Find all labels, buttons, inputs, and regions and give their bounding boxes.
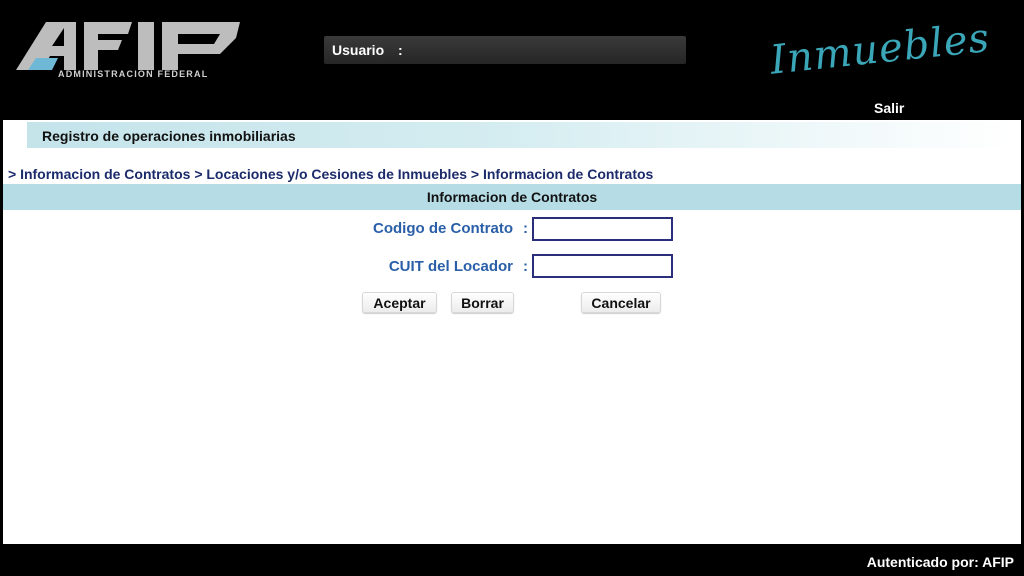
accept-button[interactable]: Aceptar bbox=[362, 292, 437, 313]
user-label: Usuario bbox=[332, 42, 385, 58]
section-title: Informacion de Contratos bbox=[426, 189, 598, 205]
contract-code-separator: : bbox=[523, 220, 528, 237]
title-bar-accent bbox=[3, 122, 27, 148]
footer: Autenticado por: AFIP bbox=[0, 544, 1024, 576]
page-title-bar: Registro de operaciones inmobiliarias bbox=[3, 122, 1013, 148]
breadcrumb-item-locaciones[interactable]: > Locaciones y/o Cesiones de Inmuebles bbox=[194, 166, 467, 182]
cuit-label: CUIT del Locador bbox=[388, 258, 513, 275]
breadcrumb-item-informacion-contratos[interactable]: > Informacion de Contratos bbox=[8, 166, 190, 182]
contract-code-label: Codigo de Contrato bbox=[373, 220, 513, 237]
auth-text: Autenticado por: AFIP bbox=[866, 554, 1014, 570]
cancel-button[interactable]: Cancelar bbox=[581, 292, 661, 313]
cuit-separator: : bbox=[523, 258, 528, 275]
brand-text: Inmuebles bbox=[768, 14, 993, 84]
breadcrumb: > Informacion de Contratos > Locaciones … bbox=[8, 166, 653, 182]
logout-link[interactable]: Salir bbox=[874, 100, 904, 116]
user-separator: : bbox=[398, 42, 403, 58]
section-header: Informacion de Contratos bbox=[3, 184, 1021, 210]
main-content: Registro de operaciones inmobiliarias > … bbox=[3, 120, 1021, 544]
cuit-input[interactable] bbox=[532, 254, 673, 278]
breadcrumb-item-current: > Informacion de Contratos bbox=[470, 166, 654, 182]
clear-button[interactable]: Borrar bbox=[451, 292, 514, 313]
brand: Inmuebles bbox=[768, 8, 998, 92]
contract-code-input[interactable] bbox=[532, 217, 673, 241]
user-box: Usuario : bbox=[324, 36, 686, 64]
page-title: Registro de operaciones inmobiliarias bbox=[42, 128, 296, 144]
logo-subtitle: ADMINISTRACION FEDERAL bbox=[58, 69, 209, 79]
header: ADMINISTRACION FEDERAL Usuario : Inmuebl… bbox=[0, 0, 1024, 120]
